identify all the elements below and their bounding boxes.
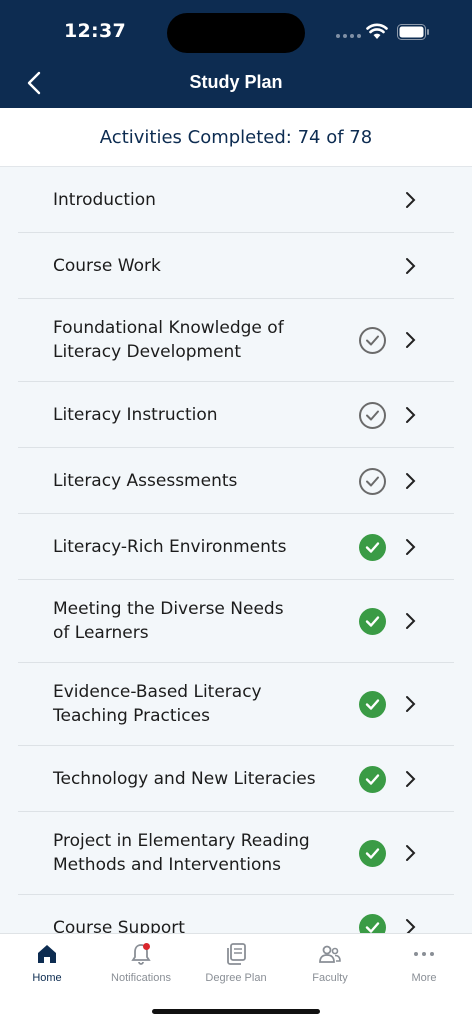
nav-header: 12:37 Study Plan <box>0 0 472 108</box>
viewed-check-icon <box>359 402 386 429</box>
tab-label: More <box>411 972 437 984</box>
dynamic-island <box>167 13 305 53</box>
bell-icon <box>131 943 151 965</box>
chevron-right-icon <box>406 192 416 208</box>
chevron-right-icon <box>406 407 416 423</box>
tab-more[interactable]: More <box>377 934 471 994</box>
list-item-introduction[interactable]: Introduction <box>18 167 454 233</box>
chevron-right-icon <box>406 258 416 274</box>
study-plan-list: Introduction Course Work Foundational Kn… <box>0 167 472 933</box>
home-icon <box>38 945 56 963</box>
activities-completed-text: Activities Completed: 74 of 78 <box>99 126 373 148</box>
activities-summary: Activities Completed: 74 of 78 <box>0 108 472 167</box>
list-item-label: Literacy-Rich Environments <box>53 537 287 557</box>
list-item-literacy-assessments[interactable]: Literacy Assessments <box>18 448 454 514</box>
tab-notifications[interactable]: Notifications <box>94 934 188 994</box>
viewed-check-icon <box>359 468 386 495</box>
chevron-right-icon <box>406 696 416 712</box>
list-item-label: Meeting the Diverse Needs of Learners <box>53 599 284 643</box>
list-item-course-work[interactable]: Course Work <box>18 233 454 299</box>
home-indicator[interactable] <box>152 1009 320 1014</box>
list-item-literacy-instruction[interactable]: Literacy Instruction <box>18 382 454 448</box>
people-icon <box>319 945 341 963</box>
page-title: Study Plan <box>189 72 283 92</box>
list-item-project[interactable]: Project in Elementary Reading Methods an… <box>18 812 454 895</box>
tab-home[interactable]: Home <box>0 934 94 994</box>
list-item-technology[interactable]: Technology and New Literacies <box>18 746 454 812</box>
status-time: 12:37 <box>64 20 126 42</box>
chevron-right-icon <box>406 473 416 489</box>
cellular-signal-icon <box>336 34 361 38</box>
tab-label: Home <box>32 972 62 984</box>
completed-check-icon <box>359 691 386 718</box>
chevron-right-icon <box>406 771 416 787</box>
tab-faculty[interactable]: Faculty <box>283 934 377 994</box>
chevron-right-icon <box>406 919 416 933</box>
wifi-icon <box>366 23 388 39</box>
tab-label: Faculty <box>312 972 348 984</box>
list-item-foundational-knowledge[interactable]: Foundational Knowledge of Literacy Devel… <box>18 299 454 382</box>
chevron-right-icon <box>406 539 416 555</box>
list-item-label: Literacy Instruction <box>53 405 218 425</box>
documents-icon <box>227 943 246 965</box>
completed-check-icon <box>359 534 386 561</box>
chevron-right-icon <box>406 613 416 629</box>
chevron-right-icon <box>406 332 416 348</box>
list-item-label: Literacy Assessments <box>53 471 238 491</box>
tab-label: Notifications <box>111 972 171 984</box>
list-item-label: Foundational Knowledge of Literacy Devel… <box>53 318 284 362</box>
list-item-label: Project in Elementary Reading Methods an… <box>53 831 310 875</box>
completed-check-icon <box>359 766 386 793</box>
tab-label: Degree Plan <box>205 972 267 984</box>
tab-degree-plan[interactable]: Degree Plan <box>189 934 283 994</box>
completed-check-icon <box>359 840 386 867</box>
battery-icon <box>397 24 429 40</box>
list-item-label: Evidence-Based Literacy Teaching Practic… <box>53 682 262 726</box>
chevron-right-icon <box>406 845 416 861</box>
more-icon <box>414 952 434 956</box>
list-item-label: Technology and New Literacies <box>53 769 316 789</box>
completed-check-icon <box>359 608 386 635</box>
list-item-diverse-needs[interactable]: Meeting the Diverse Needs of Learners <box>18 580 454 663</box>
list-item-label: Course Support <box>53 918 185 933</box>
viewed-check-icon <box>359 327 386 354</box>
list-item-course-support[interactable]: Course Support <box>18 895 454 933</box>
list-item-label: Course Work <box>53 256 161 276</box>
completed-check-icon <box>359 914 386 933</box>
list-item-label: Introduction <box>53 190 156 210</box>
list-item-literacy-rich-environments[interactable]: Literacy-Rich Environments <box>18 514 454 580</box>
notification-badge <box>143 943 150 950</box>
list-item-evidence-based[interactable]: Evidence-Based Literacy Teaching Practic… <box>18 663 454 746</box>
